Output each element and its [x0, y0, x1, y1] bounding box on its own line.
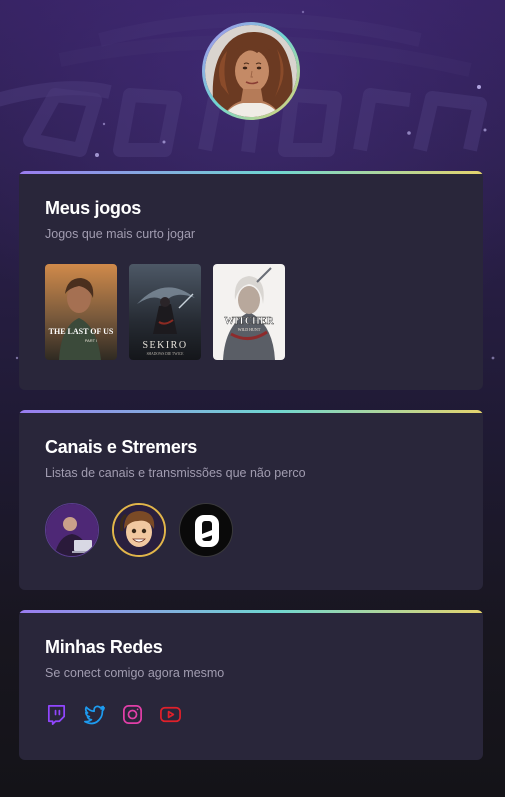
- channel-avatar-1[interactable]: [45, 503, 99, 557]
- last-of-us-cover-subtitle: PART I: [85, 338, 97, 343]
- game-cover-last-of-us[interactable]: THE LAST OF US PART I: [45, 264, 117, 360]
- profile-avatar-image: [205, 25, 297, 117]
- sekiro-cover-art: SEKIRO SHADOWS DIE TWICE: [129, 264, 201, 360]
- social-links: [45, 703, 457, 726]
- channels-card: Canais e Stremers Listas de canais e tra…: [19, 410, 483, 590]
- instagram-icon: [123, 705, 142, 724]
- instagram-link[interactable]: [121, 703, 144, 726]
- socials-card-subtitle: Se conect comigo agora mesmo: [45, 666, 225, 680]
- profile-avatar-ring: [202, 22, 300, 120]
- channels-list: [45, 503, 457, 557]
- channel-2-image: [114, 505, 164, 555]
- witcher-cover-art: WITCHER WILD HUNT: [213, 264, 285, 360]
- game-cover-witcher[interactable]: WITCHER WILD HUNT: [213, 264, 285, 360]
- last-of-us-cover-title: THE LAST OF US: [49, 327, 114, 336]
- youtube-icon: [160, 706, 181, 723]
- channels-card-subtitle: Listas de canais e transmissões que não …: [45, 466, 306, 480]
- channel-avatar-3[interactable]: [179, 503, 233, 557]
- channel-avatar-2[interactable]: [112, 503, 166, 557]
- channels-card-title: Canais e Stremers: [45, 437, 197, 457]
- witcher-cover-title: WITCHER: [224, 316, 274, 327]
- socials-card: Minhas Redes Se conect comigo agora mesm…: [19, 610, 483, 760]
- profile-avatar: [205, 25, 297, 117]
- twitter-icon: [84, 705, 105, 725]
- last-of-us-cover-art: THE LAST OF US PART I: [45, 264, 117, 360]
- channel-3-image: [180, 504, 232, 556]
- sekiro-cover-subtitle: SHADOWS DIE TWICE: [147, 352, 185, 356]
- games-list: THE LAST OF US PART I SEKIRO SHADOWS DIE…: [45, 264, 457, 360]
- twitch-link[interactable]: [45, 703, 68, 726]
- twitch-icon: [47, 705, 66, 725]
- games-card-title: Meus jogos: [45, 198, 142, 218]
- games-card: Meus jogos Jogos que mais curto jogar TH…: [19, 171, 483, 390]
- sekiro-cover-title: SEKIRO: [142, 340, 187, 351]
- witcher-cover-subtitle: WILD HUNT: [238, 327, 261, 332]
- game-cover-sekiro[interactable]: SEKIRO SHADOWS DIE TWICE: [129, 264, 201, 360]
- socials-card-title: Minhas Redes: [45, 637, 163, 657]
- twitter-link[interactable]: [83, 703, 106, 726]
- games-card-subtitle: Jogos que mais curto jogar: [45, 227, 196, 241]
- youtube-link[interactable]: [159, 703, 182, 726]
- channel-1-image: [46, 504, 98, 556]
